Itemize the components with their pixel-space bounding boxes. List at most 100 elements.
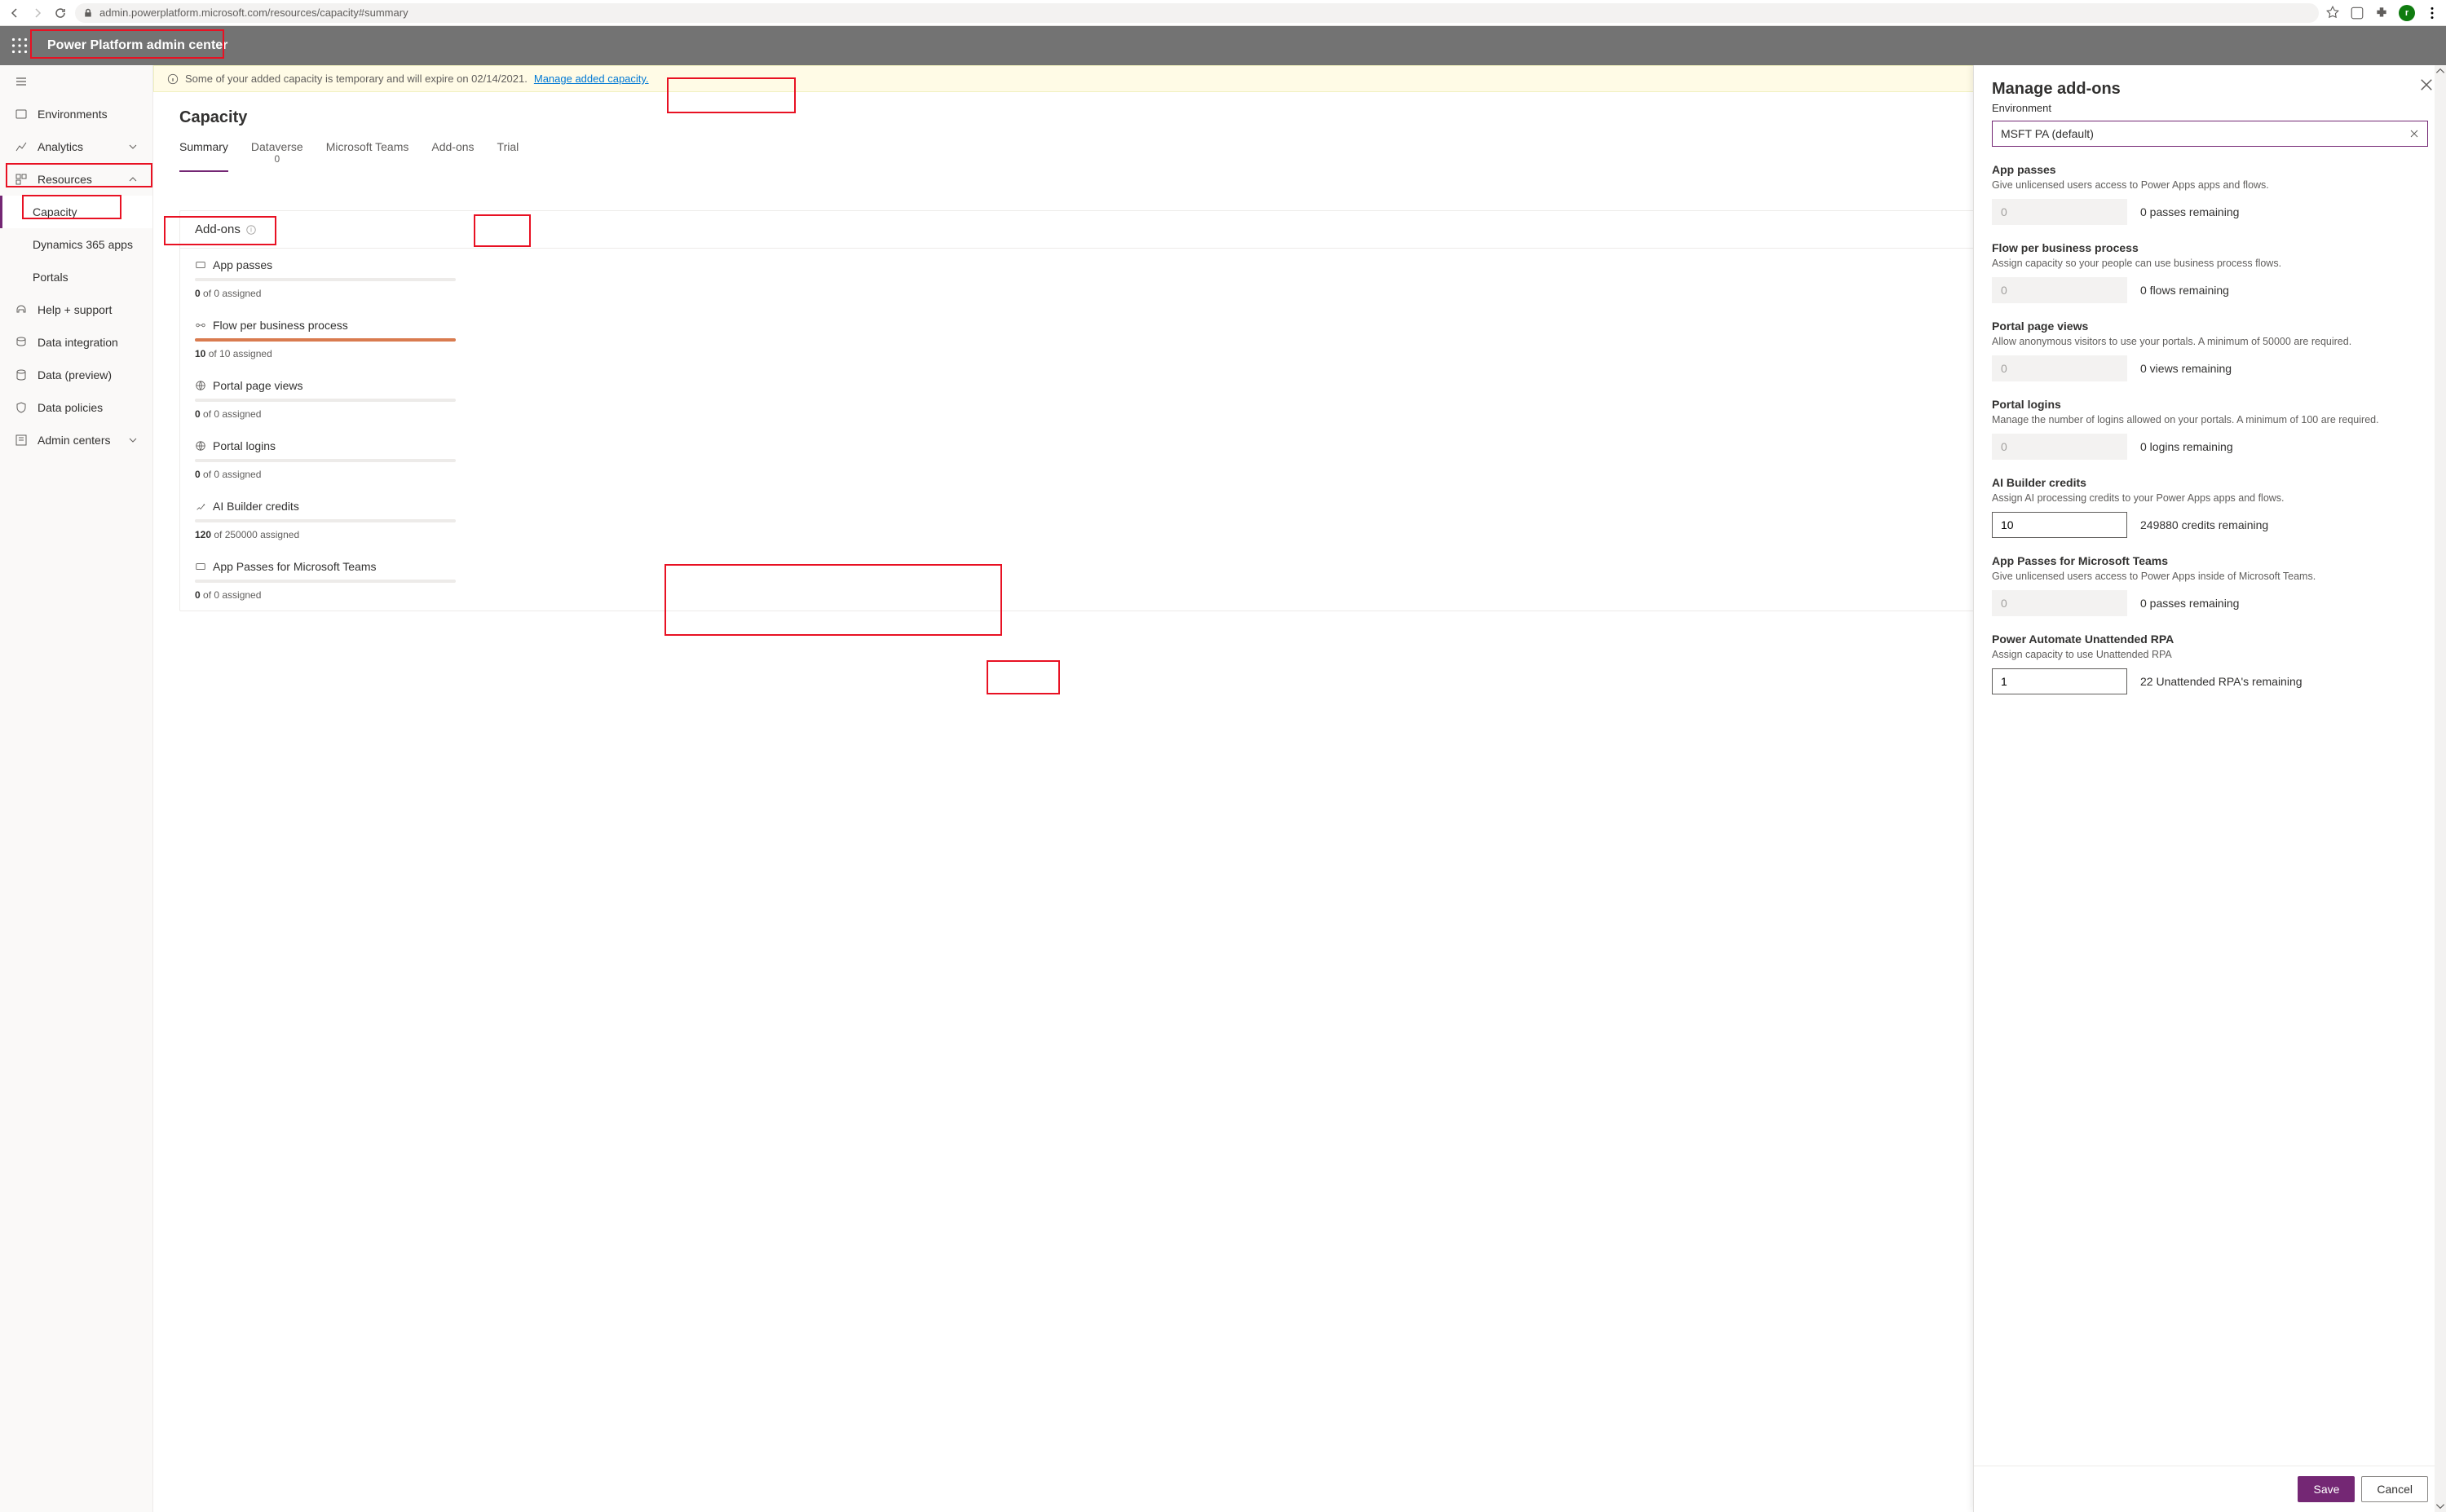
content-area: Some of your added capacity is temporary… [153,65,2446,1512]
tab-trial[interactable]: Trial [497,134,519,171]
capacity-input [1992,199,2127,225]
cancel-button[interactable]: Cancel [2361,1476,2428,1502]
close-icon[interactable] [2418,77,2435,93]
profile-avatar[interactable]: r [2399,5,2415,21]
tab-addons[interactable]: Add-ons [431,134,474,171]
sidebar-item-admin-centers[interactable]: Admin centers [0,424,152,456]
sidebar-item-data-policies[interactable]: Data policies [0,391,152,424]
environment-value: MSFT PA (default) [2001,127,2094,140]
remaining-text: 0 passes remaining [2140,597,2239,610]
panel-section: Power Automate Unattended RPA Assign cap… [1992,633,2428,694]
section-heading: Power Automate Unattended RPA [1992,633,2428,646]
puzzle-icon[interactable] [2374,6,2389,20]
data-integration-icon [15,336,28,349]
section-heading: Portal page views [1992,320,2428,333]
addon-icon [195,500,206,512]
card-title: Add-ons [195,223,241,236]
section-heading: Flow per business process [1992,241,2428,254]
remaining-text: 0 flows remaining [2140,284,2229,297]
clear-icon[interactable] [2409,129,2419,139]
panel-scrollbar[interactable] [2435,65,2446,1512]
tab-teams[interactable]: Microsoft Teams [326,134,409,171]
scroll-down-icon[interactable] [2435,1501,2446,1512]
addon-name: Portal logins [213,439,276,452]
section-heading: App Passes for Microsoft Teams [1992,554,2428,567]
addon-name: Flow per business process [213,319,348,332]
environment-select[interactable]: MSFT PA (default) [1992,121,2428,147]
section-heading: Portal logins [1992,398,2428,411]
sidebar-item-label: Analytics [38,140,83,153]
url-bar[interactable]: admin.powerplatform.microsoft.com/resour… [75,3,2319,23]
sidebar-item-portals[interactable]: Portals [0,261,152,293]
browser-chrome: admin.powerplatform.microsoft.com/resour… [0,0,2446,26]
panel-section: Portal logins Manage the number of login… [1992,398,2428,460]
scroll-up-icon[interactable] [2435,65,2446,77]
capacity-input [1992,355,2127,381]
environment-label: Environment [1992,102,2428,114]
browser-reload[interactable] [52,5,68,21]
sidebar: Environments Analytics Resources Capacit… [0,65,153,1512]
sidebar-item-environments[interactable]: Environments [0,98,152,130]
waffle-icon[interactable] [11,37,28,54]
sidebar-item-resources[interactable]: Resources [0,163,152,196]
hamburger-icon [15,75,28,88]
url-text: admin.powerplatform.microsoft.com/resour… [99,7,408,19]
browser-forward[interactable] [29,5,46,21]
sidebar-item-data-integration[interactable]: Data integration [0,326,152,359]
panel-title: Manage add-ons [1992,80,2428,99]
progress-bar [195,459,456,462]
panel-section: AI Builder credits Assign AI processing … [1992,476,2428,538]
sidebar-item-help[interactable]: Help + support [0,293,152,326]
section-description: Give unlicensed users access to Power Ap… [1992,571,2428,582]
sidebar-item-label: Resources [38,173,92,186]
chrome-right: r [2325,5,2439,21]
tab-summary[interactable]: Summary [179,134,228,171]
section-description: Allow anonymous visitors to use your por… [1992,336,2428,347]
chevron-up-icon [128,174,138,184]
chevron-down-icon [128,142,138,152]
progress-bar [195,580,456,583]
hamburger-button[interactable] [0,65,152,98]
progress-bar [195,338,456,342]
resources-icon [15,173,28,186]
capacity-input[interactable] [1992,512,2127,538]
addon-icon [195,320,206,331]
shield-icon [15,401,28,414]
remaining-text: 0 passes remaining [2140,205,2239,218]
banner-link[interactable]: Manage added capacity. [534,73,649,85]
tab-dataverse[interactable]: Dataverse0 [251,134,303,171]
extension-icon[interactable] [2350,6,2364,20]
capacity-input[interactable] [1992,668,2127,694]
sidebar-item-label: Portals [33,271,68,284]
kebab-icon[interactable] [2425,6,2439,20]
addon-icon [195,259,206,271]
sidebar-item-label: Data policies [38,401,103,414]
capacity-input [1992,434,2127,460]
chevron-down-icon [128,435,138,445]
section-description: Manage the number of logins allowed on y… [1992,414,2428,425]
sidebar-item-data-preview[interactable]: Data (preview) [0,359,152,391]
save-button[interactable]: Save [2298,1476,2355,1502]
info-icon[interactable]: i [245,224,257,236]
environments-icon [15,108,28,121]
progress-bar [195,278,456,281]
panel-section: Portal page views Allow anonymous visito… [1992,320,2428,381]
section-description: Assign capacity so your people can use b… [1992,258,2428,269]
manage-addons-panel: Manage add-ons Environment MSFT PA (defa… [1973,65,2446,1512]
section-heading: App passes [1992,163,2428,176]
star-icon[interactable] [2325,6,2340,20]
lock-icon [83,8,93,18]
browser-back[interactable] [7,5,23,21]
sidebar-item-label: Admin centers [38,434,110,447]
info-icon [167,73,179,85]
sidebar-item-dynamics365[interactable]: Dynamics 365 apps [0,228,152,261]
sidebar-item-label: Data (preview) [38,368,112,381]
progress-bar [195,399,456,402]
addon-icon [195,561,206,572]
panel-section: App Passes for Microsoft Teams Give unli… [1992,554,2428,616]
remaining-text: 0 views remaining [2140,362,2232,375]
sidebar-item-label: Capacity [33,205,77,218]
addon-icon [195,380,206,391]
sidebar-item-analytics[interactable]: Analytics [0,130,152,163]
sidebar-item-capacity[interactable]: Capacity [0,196,152,228]
